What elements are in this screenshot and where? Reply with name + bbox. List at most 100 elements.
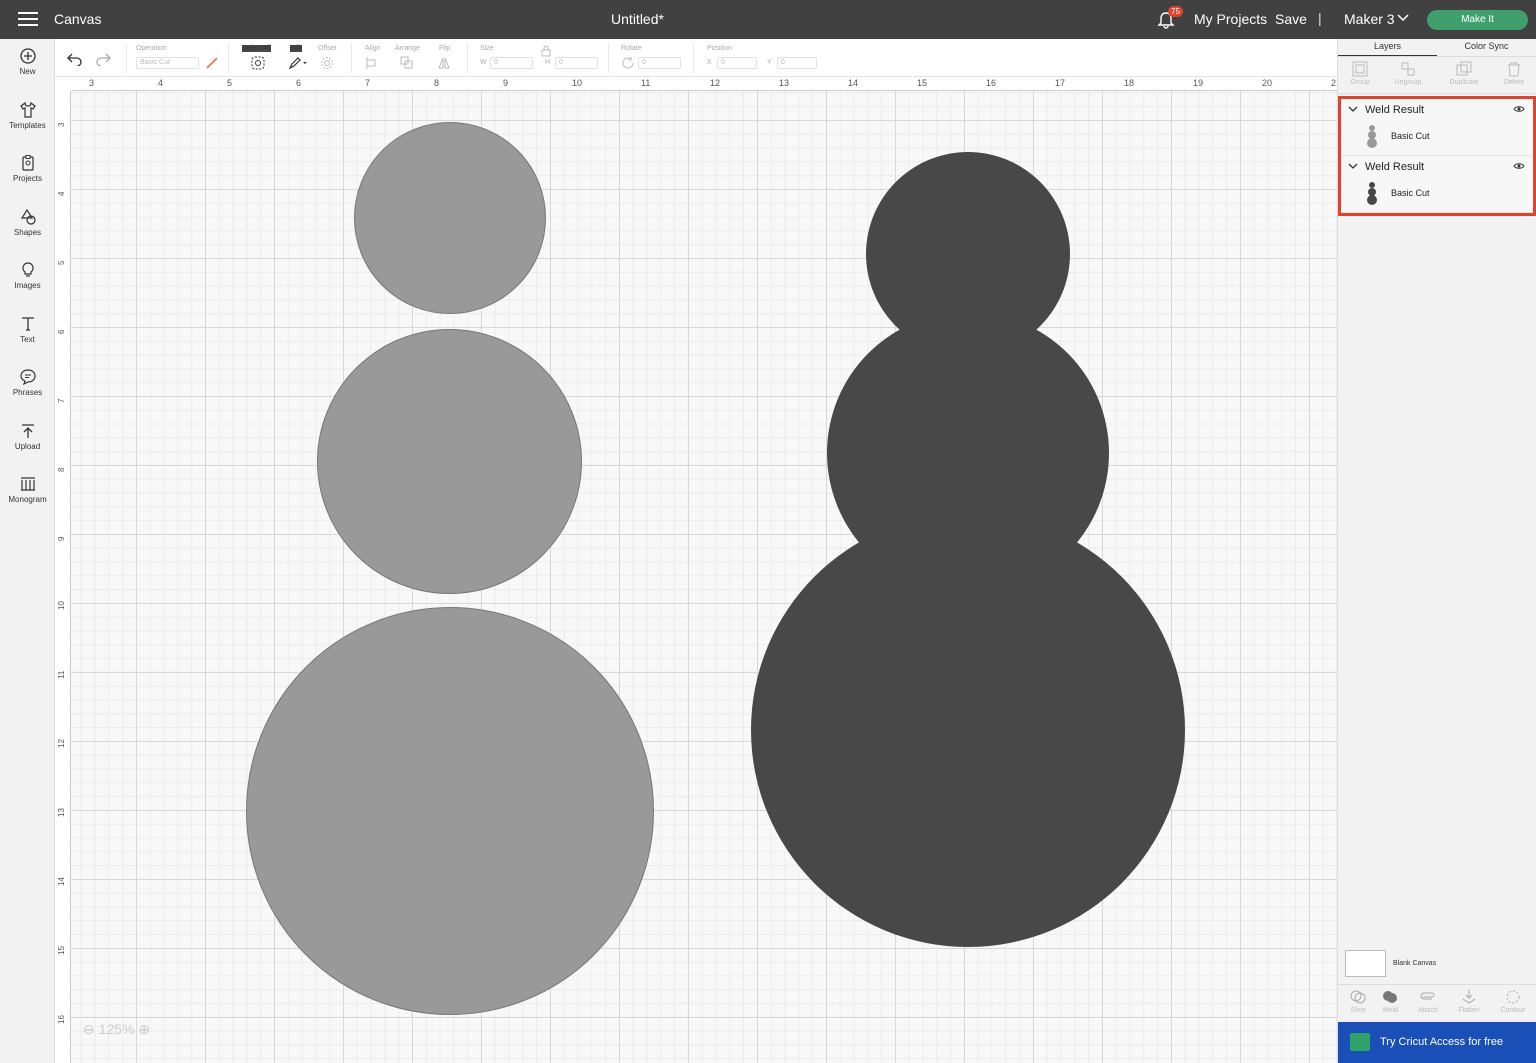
ruler-tick-label: 13 xyxy=(57,808,66,817)
nav-label: Text xyxy=(20,335,35,344)
right-panel: Layers Color Sync Group Ungroup Duplicat… xyxy=(1337,39,1536,1063)
medium-circle-shape[interactable] xyxy=(317,329,582,594)
welded-bottom-circle-shape[interactable] xyxy=(751,513,1185,947)
undo-icon[interactable] xyxy=(67,52,83,66)
delete-label: Delete xyxy=(1503,79,1525,86)
offset-icon[interactable] xyxy=(320,56,340,70)
machine-selector[interactable]: Maker 3 xyxy=(1344,11,1395,27)
nav-projects[interactable]: Projects xyxy=(0,154,55,204)
ruler-tick-label: 8 xyxy=(434,78,440,88)
nav-label: Upload xyxy=(14,442,41,451)
ungroup-icon xyxy=(1401,62,1415,76)
eye-icon[interactable] xyxy=(1513,162,1525,170)
ruler-tick-label: 12 xyxy=(710,78,721,88)
snowman-thumbnail-icon xyxy=(1367,125,1377,148)
x-input[interactable]: 0 xyxy=(717,57,757,69)
rotate-input[interactable]: 0 xyxy=(638,57,681,69)
position-label: Position xyxy=(707,45,732,52)
align-icon[interactable] xyxy=(365,56,385,70)
attach-label: Attach xyxy=(1418,1007,1438,1014)
flatten-button[interactable]: Flatten xyxy=(1449,989,1489,1014)
text-icon xyxy=(21,317,34,331)
zoom-out-icon[interactable]: ⊖ xyxy=(83,1021,95,1037)
ruler-tick-label: 11 xyxy=(641,78,651,88)
nav-shapes[interactable]: Shapes xyxy=(0,208,55,258)
zoom-in-icon[interactable]: ⊕ xyxy=(138,1021,150,1037)
ruler-tick-label: 3 xyxy=(89,78,95,88)
my-projects-link[interactable]: My Projects xyxy=(1194,11,1267,27)
ruler-tick-label: 6 xyxy=(296,78,302,88)
layer-item-label[interactable]: Basic Cut xyxy=(1391,188,1430,198)
flip-icon[interactable] xyxy=(437,56,457,70)
layer-group-title: Weld Result xyxy=(1365,161,1425,173)
ruler-tick-label: 4 xyxy=(57,191,66,196)
width-input[interactable]: 0 xyxy=(490,57,533,69)
group-icon xyxy=(1352,61,1368,77)
chevron-down-icon[interactable] xyxy=(1348,105,1358,113)
design-canvas[interactable]: 3456789101112131415161718192021 34567891… xyxy=(55,77,1337,1063)
layer-group[interactable]: Weld Result Basic Cut xyxy=(1341,156,1533,213)
ruler-tick-label: 14 xyxy=(57,877,66,886)
attach-button[interactable]: Attach xyxy=(1408,989,1448,1014)
chevron-down-icon[interactable] xyxy=(1397,13,1409,23)
nav-new[interactable]: New xyxy=(0,47,55,97)
size-label: Size xyxy=(480,45,494,52)
nav-phrases[interactable]: Phrases xyxy=(0,368,55,418)
large-circle-shape[interactable] xyxy=(246,607,654,1015)
height-input[interactable]: 0 xyxy=(555,57,598,69)
blank-canvas-swatch[interactable] xyxy=(1345,950,1386,977)
layer-item-label[interactable]: Basic Cut xyxy=(1391,131,1430,141)
pen-color-icon[interactable] xyxy=(205,56,219,70)
edit-label: Edit xyxy=(290,45,303,52)
nav-images[interactable]: Images xyxy=(0,261,55,311)
trash-icon xyxy=(1508,62,1520,77)
edit-pencil-icon[interactable] xyxy=(288,56,308,70)
zoom-control[interactable]: ⊖ 125% ⊕ xyxy=(83,1021,150,1038)
group-button[interactable]: Group xyxy=(1340,61,1380,86)
chevron-down-icon[interactable] xyxy=(1348,162,1358,170)
y-input[interactable]: 0 xyxy=(777,57,817,69)
delete-button[interactable]: Delete xyxy=(1494,61,1534,86)
rotate-icon[interactable] xyxy=(621,56,635,70)
nav-text[interactable]: Text xyxy=(0,315,55,365)
promo-label: Try Cricut Access for free xyxy=(1380,1036,1504,1048)
tab-color-sync[interactable]: Color Sync xyxy=(1437,41,1536,51)
nav-label: New xyxy=(19,67,36,76)
flatten-icon xyxy=(1462,990,1476,1004)
select-all-label: Select All xyxy=(242,45,271,52)
arrange-icon[interactable] xyxy=(400,56,420,70)
hamburger-menu-icon[interactable] xyxy=(18,12,38,26)
contour-label: Contour xyxy=(1500,1007,1526,1014)
ruler-tick-label: 6 xyxy=(57,329,66,334)
divider: | xyxy=(1318,10,1322,26)
nav-templates[interactable]: Templates xyxy=(0,101,55,151)
ruler-tick-label: 4 xyxy=(158,78,164,88)
edit-toolbar: Operation Basic Cut Select All Edit Offs… xyxy=(55,39,1337,77)
layer-group[interactable]: Weld Result Basic Cut xyxy=(1341,99,1533,156)
cricut-access-icon xyxy=(1350,1033,1370,1051)
lock-icon[interactable] xyxy=(541,45,551,57)
tab-layers[interactable]: Layers xyxy=(1338,41,1437,57)
speech-bubble-icon xyxy=(19,369,36,386)
layer-group-title: Weld Result xyxy=(1365,104,1425,116)
cricut-access-promo[interactable]: Try Cricut Access for free xyxy=(1338,1022,1536,1063)
weld-button[interactable]: Weld xyxy=(1370,989,1410,1014)
select-all-icon[interactable] xyxy=(251,56,265,70)
nav-monogram[interactable]: Monogram xyxy=(0,475,55,525)
nav-upload[interactable]: Upload xyxy=(0,422,55,472)
save-button[interactable]: Save xyxy=(1275,11,1307,27)
toolbar-divider xyxy=(608,43,609,73)
duplicate-button[interactable]: Duplicate xyxy=(1444,61,1484,86)
monogram-icon xyxy=(20,477,35,491)
top-ruler: 3456789101112131415161718192021 xyxy=(71,77,1337,91)
ungroup-button[interactable]: Ungroup xyxy=(1388,61,1428,86)
redo-icon[interactable] xyxy=(95,52,111,66)
contour-button[interactable]: Contour xyxy=(1493,989,1533,1014)
small-circle-shape[interactable] xyxy=(354,122,546,314)
eye-icon[interactable] xyxy=(1513,105,1525,113)
document-title[interactable]: Untitled* xyxy=(560,11,715,27)
operation-select[interactable]: Basic Cut xyxy=(136,57,199,69)
make-it-button[interactable]: Make It xyxy=(1427,10,1528,30)
notification-badge: 75 xyxy=(1168,6,1183,17)
left-ruler: 3 4 5 6 7 8 9 10 11 12 13 14 15 16 xyxy=(55,91,71,1063)
